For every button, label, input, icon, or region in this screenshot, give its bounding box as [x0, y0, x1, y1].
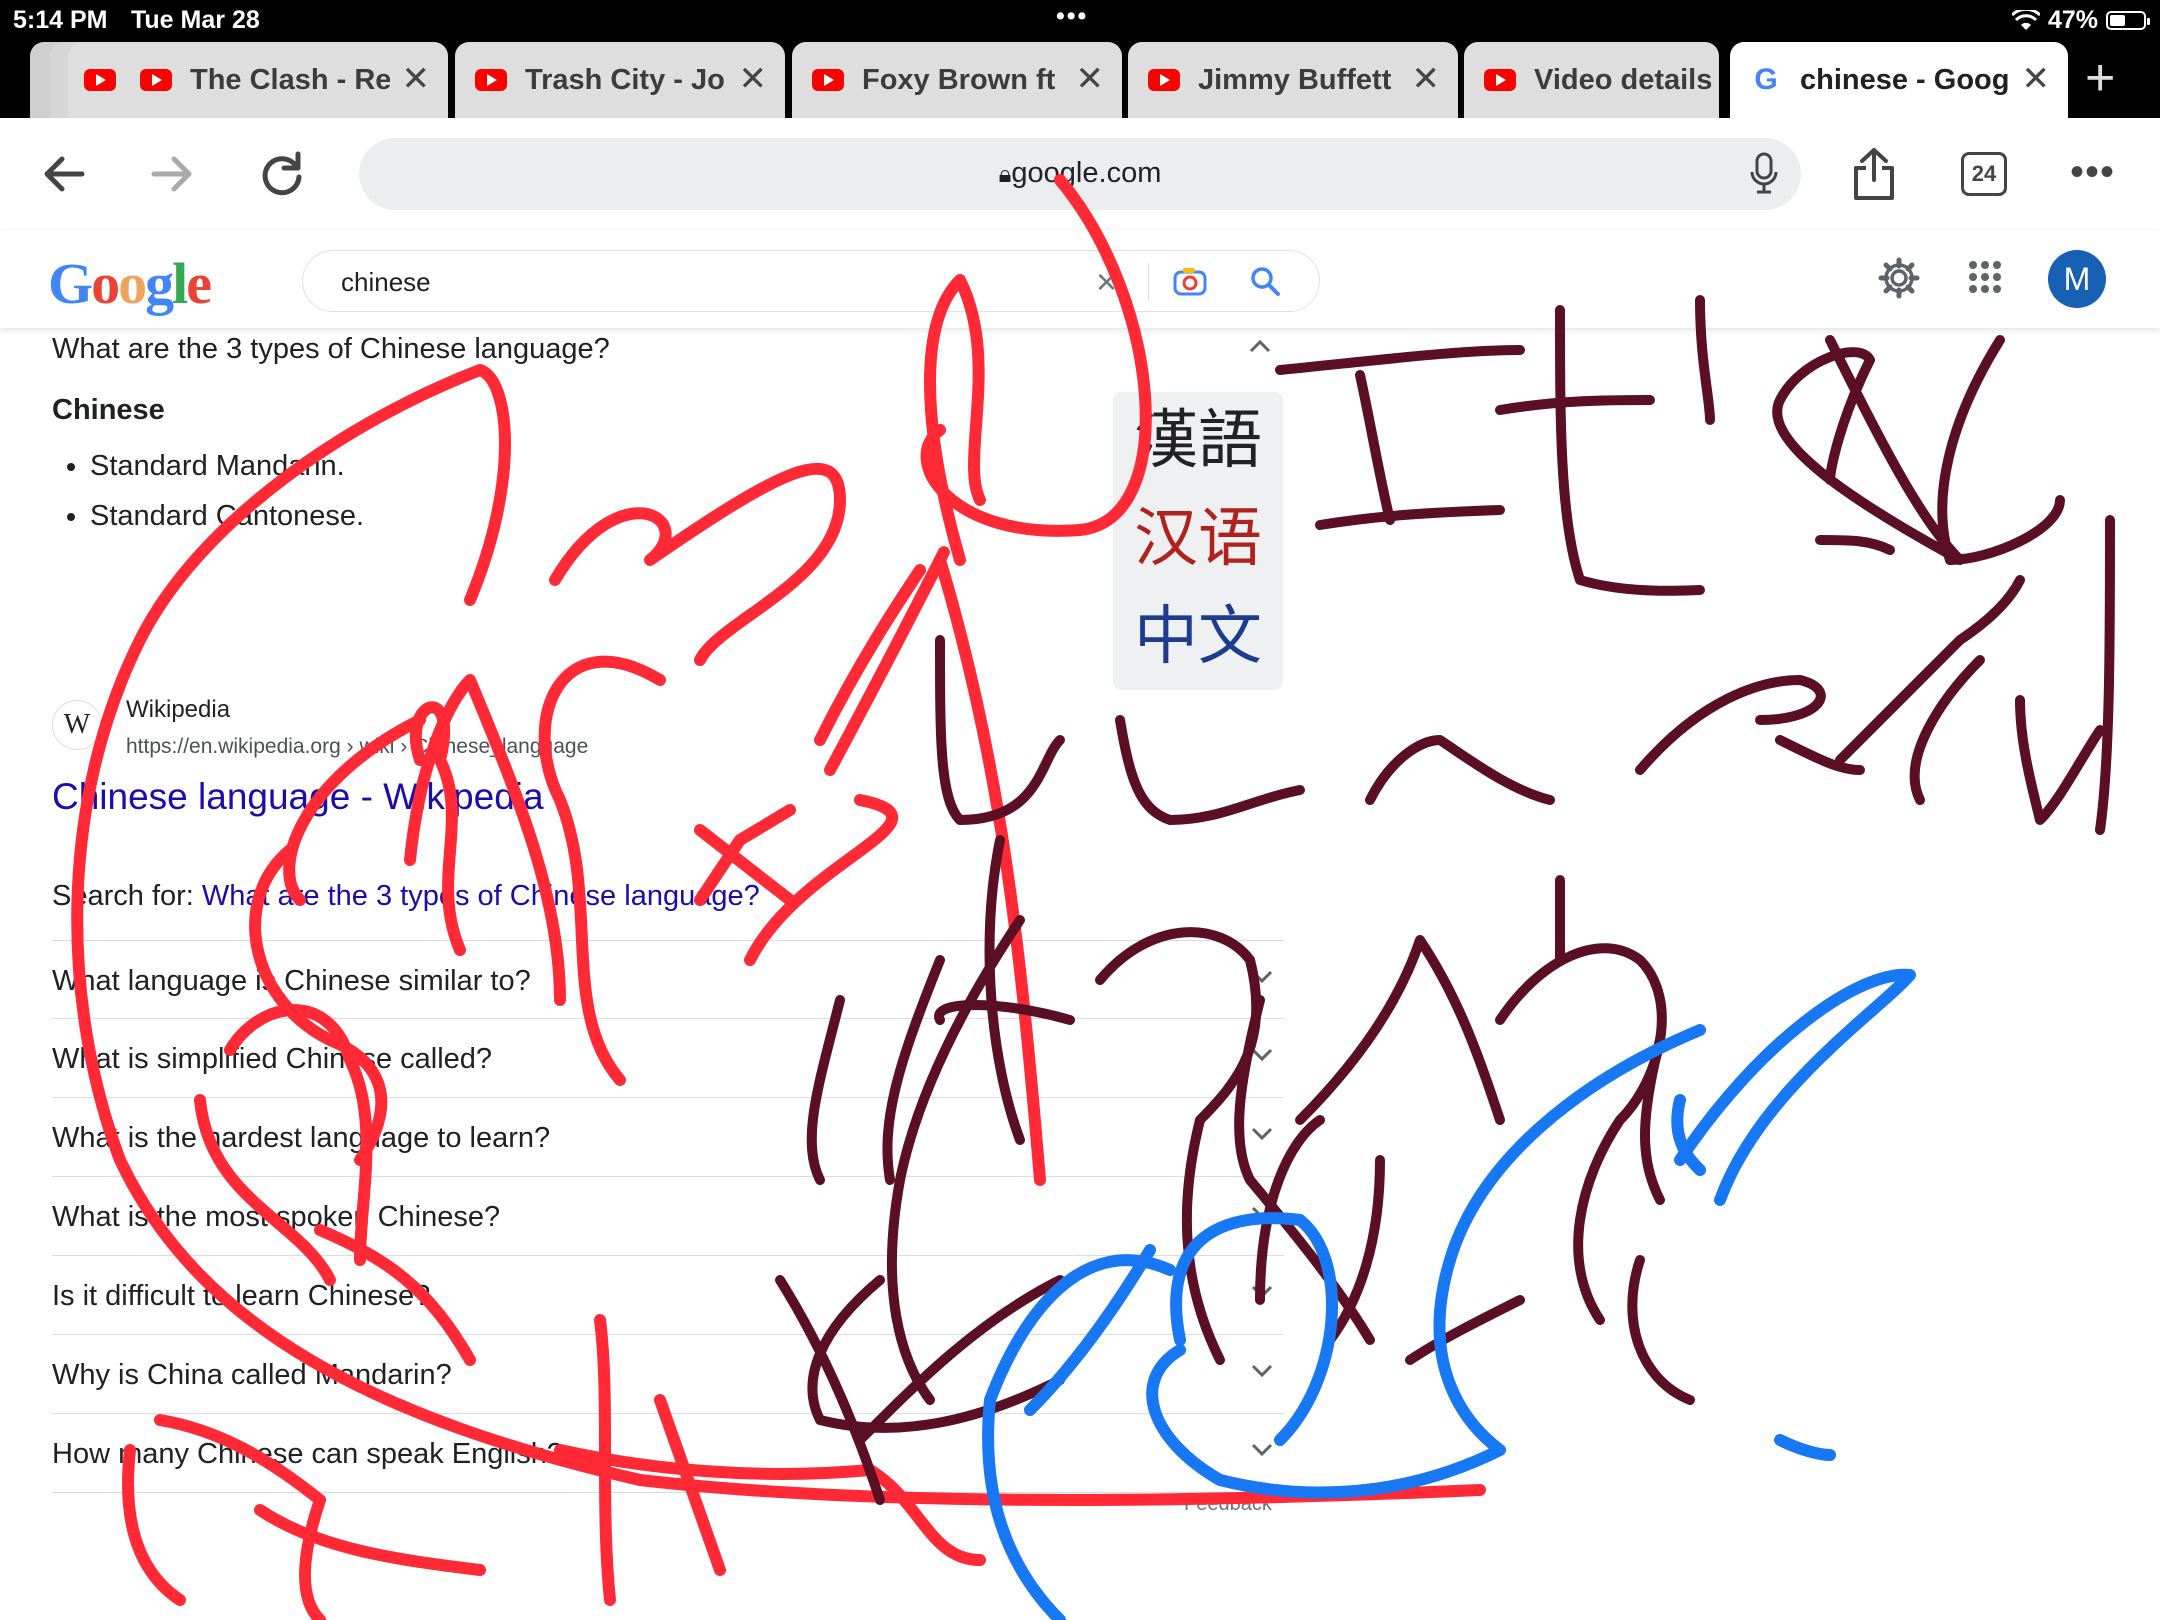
search-query: chinese — [341, 267, 431, 297]
youtube-icon — [1484, 69, 1516, 91]
url-text: google.com — [1011, 157, 1162, 189]
account-avatar[interactable]: M — [2048, 250, 2106, 308]
clear-search-icon[interactable]: × — [1096, 261, 1117, 303]
featured-question[interactable]: What are the 3 types of Chinese language… — [52, 333, 610, 366]
list-item[interactable]: What is simplified Chinese called? — [52, 1019, 1284, 1098]
list-item[interactable]: Is it difficult to learn Chinese? — [52, 1256, 1284, 1335]
tab-2[interactable]: Trash City - Jo ✕ — [455, 42, 785, 118]
tab-6-active[interactable]: G chinese - Goog ✕ — [1730, 42, 2068, 118]
people-also-ask: What language is Chinese similar to? Wha… — [52, 940, 1284, 1493]
new-tab-plus-icon[interactable]: + — [2085, 52, 2115, 104]
close-tab-icon[interactable]: ✕ — [402, 62, 431, 96]
share-icon[interactable] — [1850, 146, 1898, 202]
settings-gear-icon[interactable] — [1878, 257, 1920, 299]
tab-title: Foxy Brown ft — [862, 63, 1056, 96]
search-results: What are the 3 types of Chinese language… — [0, 328, 2160, 1620]
apps-grid-icon[interactable] — [1968, 260, 2002, 294]
close-tab-icon[interactable]: ✕ — [1076, 62, 1105, 96]
tab-count-button[interactable]: 24 — [1961, 152, 2007, 196]
status-bar: 5:14 PM Tue Mar 28 ••• 47% — [0, 0, 2160, 40]
tab-title: Trash City - Jo — [525, 63, 725, 96]
battery-icon — [2106, 11, 2150, 30]
close-tab-icon[interactable]: ✕ — [739, 62, 768, 96]
answer-list: Standard Mandarin. Standard Cantonese. — [52, 441, 364, 541]
back-arrow-icon[interactable] — [36, 146, 92, 202]
youtube-icon — [1148, 69, 1180, 91]
list-item[interactable]: What is the hardest language to learn? — [52, 1098, 1284, 1177]
youtube-icon — [475, 69, 507, 91]
list-item[interactable]: What is the most spoken Chinese? — [52, 1177, 1284, 1256]
tab-title: Video details — [1534, 63, 1713, 96]
youtube-icon — [812, 69, 844, 91]
chinese-characters-image[interactable]: 漢語 汉语 中文 — [1113, 392, 1283, 690]
tab-1[interactable]: The Clash - Re ✕ — [68, 42, 448, 118]
wikipedia-favicon: W — [52, 700, 102, 750]
reload-icon[interactable] — [254, 146, 310, 202]
address-bar[interactable]: 🔒︎google.com — [359, 138, 1801, 210]
hanzi-traditional: 漢語 — [1134, 404, 1262, 478]
search-icon[interactable] — [1249, 265, 1281, 297]
youtube-icon — [140, 69, 172, 91]
tab-4[interactable]: Jimmy Buffett ✕ — [1128, 42, 1458, 118]
chevron-down-icon — [1251, 970, 1273, 984]
tab-title: Jimmy Buffett — [1198, 63, 1392, 96]
chevron-down-icon — [1251, 1048, 1273, 1062]
status-date: Tue Mar 28 — [131, 6, 260, 34]
chevron-down-icon — [1251, 1443, 1273, 1457]
multitasking-dots-icon[interactable]: ••• — [1056, 2, 1088, 31]
more-options-icon[interactable]: ••• — [2070, 150, 2115, 195]
search-for-line: Search for: What are the 3 types of Chin… — [52, 880, 760, 913]
list-item[interactable]: Why is China called Mandarin? — [52, 1335, 1284, 1414]
forward-arrow-icon[interactable] — [144, 146, 200, 202]
list-item[interactable]: What language is Chinese similar to? — [52, 940, 1284, 1019]
lock-icon: 🔒︎ — [998, 161, 1012, 188]
tab-title: The Clash - Re — [190, 63, 390, 96]
youtube-icon — [84, 69, 116, 91]
chevron-down-icon — [1251, 1285, 1273, 1299]
search-for-label: Search for: — [52, 880, 202, 912]
hanzi-zhongwen: 中文 — [1134, 600, 1262, 674]
search-input[interactable]: chinese × — [302, 250, 1320, 312]
microphone-icon[interactable] — [1749, 152, 1779, 196]
google-icon: G — [1754, 63, 1778, 96]
close-tab-icon[interactable]: ✕ — [2022, 62, 2051, 96]
hanzi-simplified: 汉语 — [1134, 502, 1262, 576]
result-source: Wikipedia — [126, 696, 231, 723]
google-doodle-logo[interactable]: Google — [48, 250, 212, 317]
browser-toolbar: 🔒︎google.com 24 ••• — [0, 118, 2160, 231]
result-title-link[interactable]: Chinese language - Wikipedia — [52, 776, 544, 818]
result-url: https://en.wikipedia.org › wiki › Chines… — [126, 735, 589, 758]
tab-strip: The Clash - Re ✕ Trash City - Jo ✕ Foxy … — [0, 40, 2160, 118]
chevron-down-icon — [1251, 1206, 1273, 1220]
feedback-link[interactable]: Feedback — [1184, 1493, 1272, 1516]
close-tab-icon[interactable]: ✕ — [1412, 62, 1441, 96]
status-time: 5:14 PM — [13, 6, 108, 34]
battery-percent: 47% — [2047, 6, 2098, 34]
chevron-up-icon[interactable] — [1248, 338, 1272, 354]
google-header: Google chinese × M — [0, 230, 2160, 328]
search-for-link[interactable]: What are the 3 types of Chinese language… — [202, 880, 760, 912]
google-lens-icon[interactable] — [1173, 267, 1207, 297]
answer-item: Standard Cantonese. — [90, 491, 364, 541]
answer-item: Standard Mandarin. — [90, 441, 364, 491]
answer-heading: Chinese — [52, 394, 165, 426]
tab-5[interactable]: Video details — [1464, 42, 1719, 118]
tab-title: chinese - Goog — [1800, 63, 2010, 96]
tab-3[interactable]: Foxy Brown ft ✕ — [792, 42, 1122, 118]
wifi-icon — [2011, 9, 2040, 30]
list-item[interactable]: How many Chinese can speak English? — [52, 1414, 1284, 1493]
chevron-down-icon — [1251, 1364, 1273, 1378]
chevron-down-icon — [1251, 1127, 1273, 1141]
